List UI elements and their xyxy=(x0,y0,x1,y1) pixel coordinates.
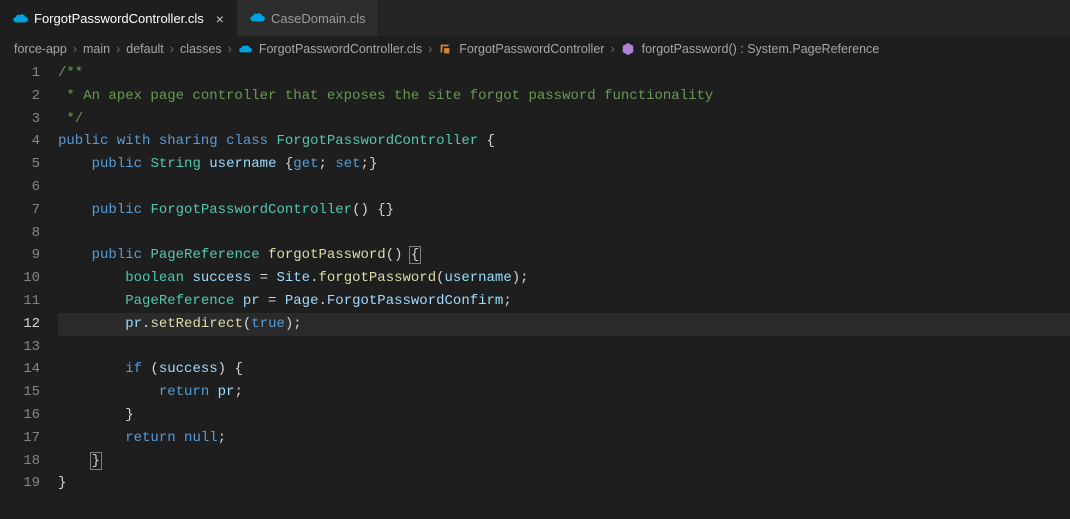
code-line: return pr; xyxy=(58,381,1070,404)
line-number: 4 xyxy=(0,130,40,153)
code-line: pr.setRedirect(true); xyxy=(58,313,1070,336)
breadcrumb-segment[interactable]: main xyxy=(83,42,110,56)
line-number: 3 xyxy=(0,108,40,131)
salesforce-icon xyxy=(249,12,265,24)
chevron-right-icon: › xyxy=(228,42,232,56)
code-line: * An apex page controller that exposes t… xyxy=(58,85,1070,108)
line-number: 2 xyxy=(0,85,40,108)
breadcrumb-class[interactable]: ForgotPasswordController xyxy=(459,42,604,56)
line-number: 10 xyxy=(0,267,40,290)
line-number: 1 xyxy=(0,62,40,85)
code-line xyxy=(58,222,1070,245)
code-line: public String username {get; set;} xyxy=(58,153,1070,176)
breadcrumb-segment[interactable]: force-app xyxy=(14,42,67,56)
method-icon xyxy=(621,42,635,56)
line-number: 17 xyxy=(0,427,40,450)
code-area[interactable]: /** * An apex page controller that expos… xyxy=(58,62,1070,495)
tab-casedomain[interactable]: CaseDomain.cls xyxy=(237,0,379,36)
code-editor[interactable]: 1 2 3 4 5 6 7 8 9 10 11 12 13 14 15 16 1… xyxy=(0,62,1070,495)
line-number: 13 xyxy=(0,336,40,359)
tab-label: CaseDomain.cls xyxy=(271,11,366,26)
salesforce-icon xyxy=(238,44,252,55)
code-line xyxy=(58,176,1070,199)
code-line: } xyxy=(58,404,1070,427)
line-number: 6 xyxy=(0,176,40,199)
tab-forgotpassword[interactable]: ForgotPasswordController.cls × xyxy=(0,0,237,36)
code-line: public ForgotPasswordController() {} xyxy=(58,199,1070,222)
line-number: 11 xyxy=(0,290,40,313)
code-line xyxy=(58,336,1070,359)
tab-bar: ForgotPasswordController.cls × CaseDomai… xyxy=(0,0,1070,36)
salesforce-icon xyxy=(12,13,28,25)
gutter: 1 2 3 4 5 6 7 8 9 10 11 12 13 14 15 16 1… xyxy=(0,62,58,495)
breadcrumb-segment[interactable]: default xyxy=(126,42,164,56)
close-icon[interactable]: × xyxy=(216,11,224,27)
code-line: PageReference pr = Page.ForgotPasswordCo… xyxy=(58,290,1070,313)
code-line: } xyxy=(58,450,1070,473)
code-line: */ xyxy=(58,108,1070,131)
code-line: if (success) { xyxy=(58,358,1070,381)
chevron-right-icon: › xyxy=(428,42,432,56)
line-number: 5 xyxy=(0,153,40,176)
line-number: 18 xyxy=(0,450,40,473)
line-number: 16 xyxy=(0,404,40,427)
code-line: public with sharing class ForgotPassword… xyxy=(58,130,1070,153)
line-number: 8 xyxy=(0,222,40,245)
chevron-right-icon: › xyxy=(73,42,77,56)
line-number: 14 xyxy=(0,358,40,381)
code-line: return null; xyxy=(58,427,1070,450)
breadcrumb-segment[interactable]: classes xyxy=(180,42,222,56)
line-number: 12 xyxy=(0,313,40,336)
class-icon xyxy=(438,42,452,56)
line-number: 9 xyxy=(0,244,40,267)
chevron-right-icon: › xyxy=(610,42,614,56)
code-line: /** xyxy=(58,62,1070,85)
tab-label: ForgotPasswordController.cls xyxy=(34,11,204,26)
chevron-right-icon: › xyxy=(170,42,174,56)
line-number: 19 xyxy=(0,472,40,495)
breadcrumb-file[interactable]: ForgotPasswordController.cls xyxy=(259,42,422,56)
chevron-right-icon: › xyxy=(116,42,120,56)
line-number: 7 xyxy=(0,199,40,222)
line-number: 15 xyxy=(0,381,40,404)
code-line: boolean success = Site.forgotPassword(us… xyxy=(58,267,1070,290)
code-line: } xyxy=(58,472,1070,495)
breadcrumb[interactable]: force-app › main › default › classes › Forgo… xyxy=(0,36,1070,62)
code-line: public PageReference forgotPassword() { xyxy=(58,244,1070,267)
breadcrumb-method[interactable]: forgotPassword() : System.PageReference xyxy=(642,42,880,56)
